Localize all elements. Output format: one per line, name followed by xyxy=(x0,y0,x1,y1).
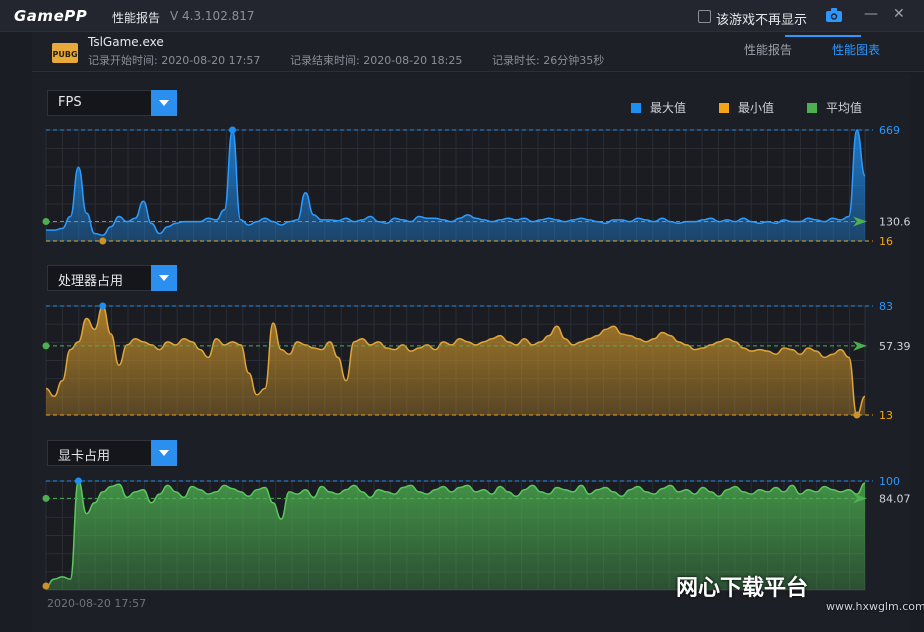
max-value-label: 83 xyxy=(879,300,893,313)
min-value-label: 16 xyxy=(879,235,893,248)
max-marker xyxy=(74,477,82,485)
charts-svg: 669 130.6 16 83 57.39 13 100 84.07 xyxy=(42,124,911,591)
max-value-label: 669 xyxy=(879,124,900,137)
avg-start-marker xyxy=(42,218,50,226)
avg-start-marker xyxy=(42,494,50,502)
avg-value-label: 57.39 xyxy=(879,340,911,353)
min-marker xyxy=(99,237,107,245)
min-marker xyxy=(42,582,50,590)
max-marker xyxy=(99,302,107,310)
scrollbar[interactable] xyxy=(910,73,924,632)
max-value-label: 100 xyxy=(879,475,900,488)
max-marker xyxy=(229,126,237,134)
avg-start-marker xyxy=(42,342,50,350)
min-marker xyxy=(853,411,861,419)
avg-value-label: 84.07 xyxy=(879,492,911,505)
bottom-timestamp: 2020-08-20 17:57 xyxy=(47,597,147,610)
watermark-url: www.hxwglm.com xyxy=(826,600,924,613)
avg-value-label: 130.6 xyxy=(879,216,911,229)
watermark: 网心下载平台 xyxy=(676,576,809,601)
min-value-label: 13 xyxy=(879,409,893,422)
